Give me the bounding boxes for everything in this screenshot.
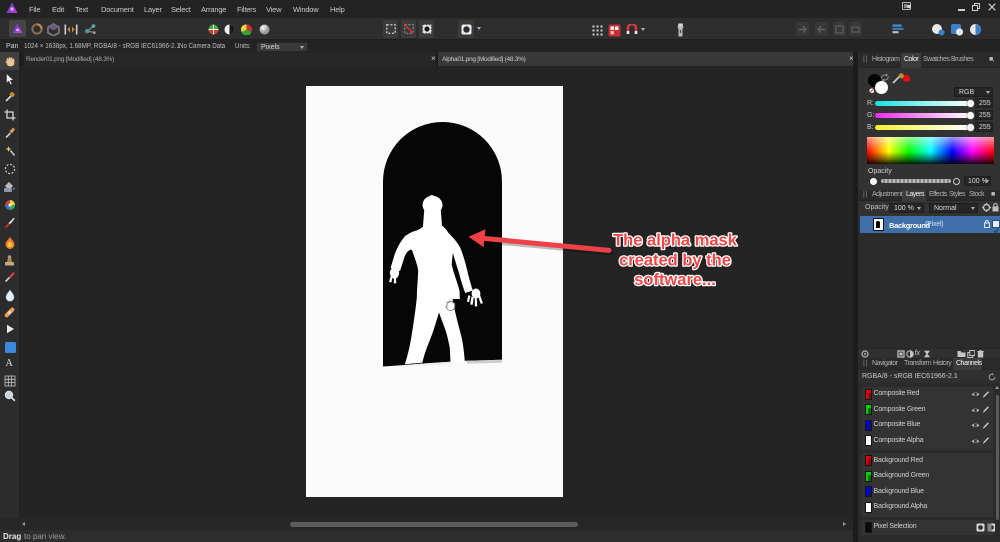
svg-text:created by the: created by the bbox=[619, 251, 731, 269]
svg-text:software...: software... bbox=[634, 271, 716, 289]
svg-text:The alpha mask: The alpha mask bbox=[613, 232, 738, 250]
